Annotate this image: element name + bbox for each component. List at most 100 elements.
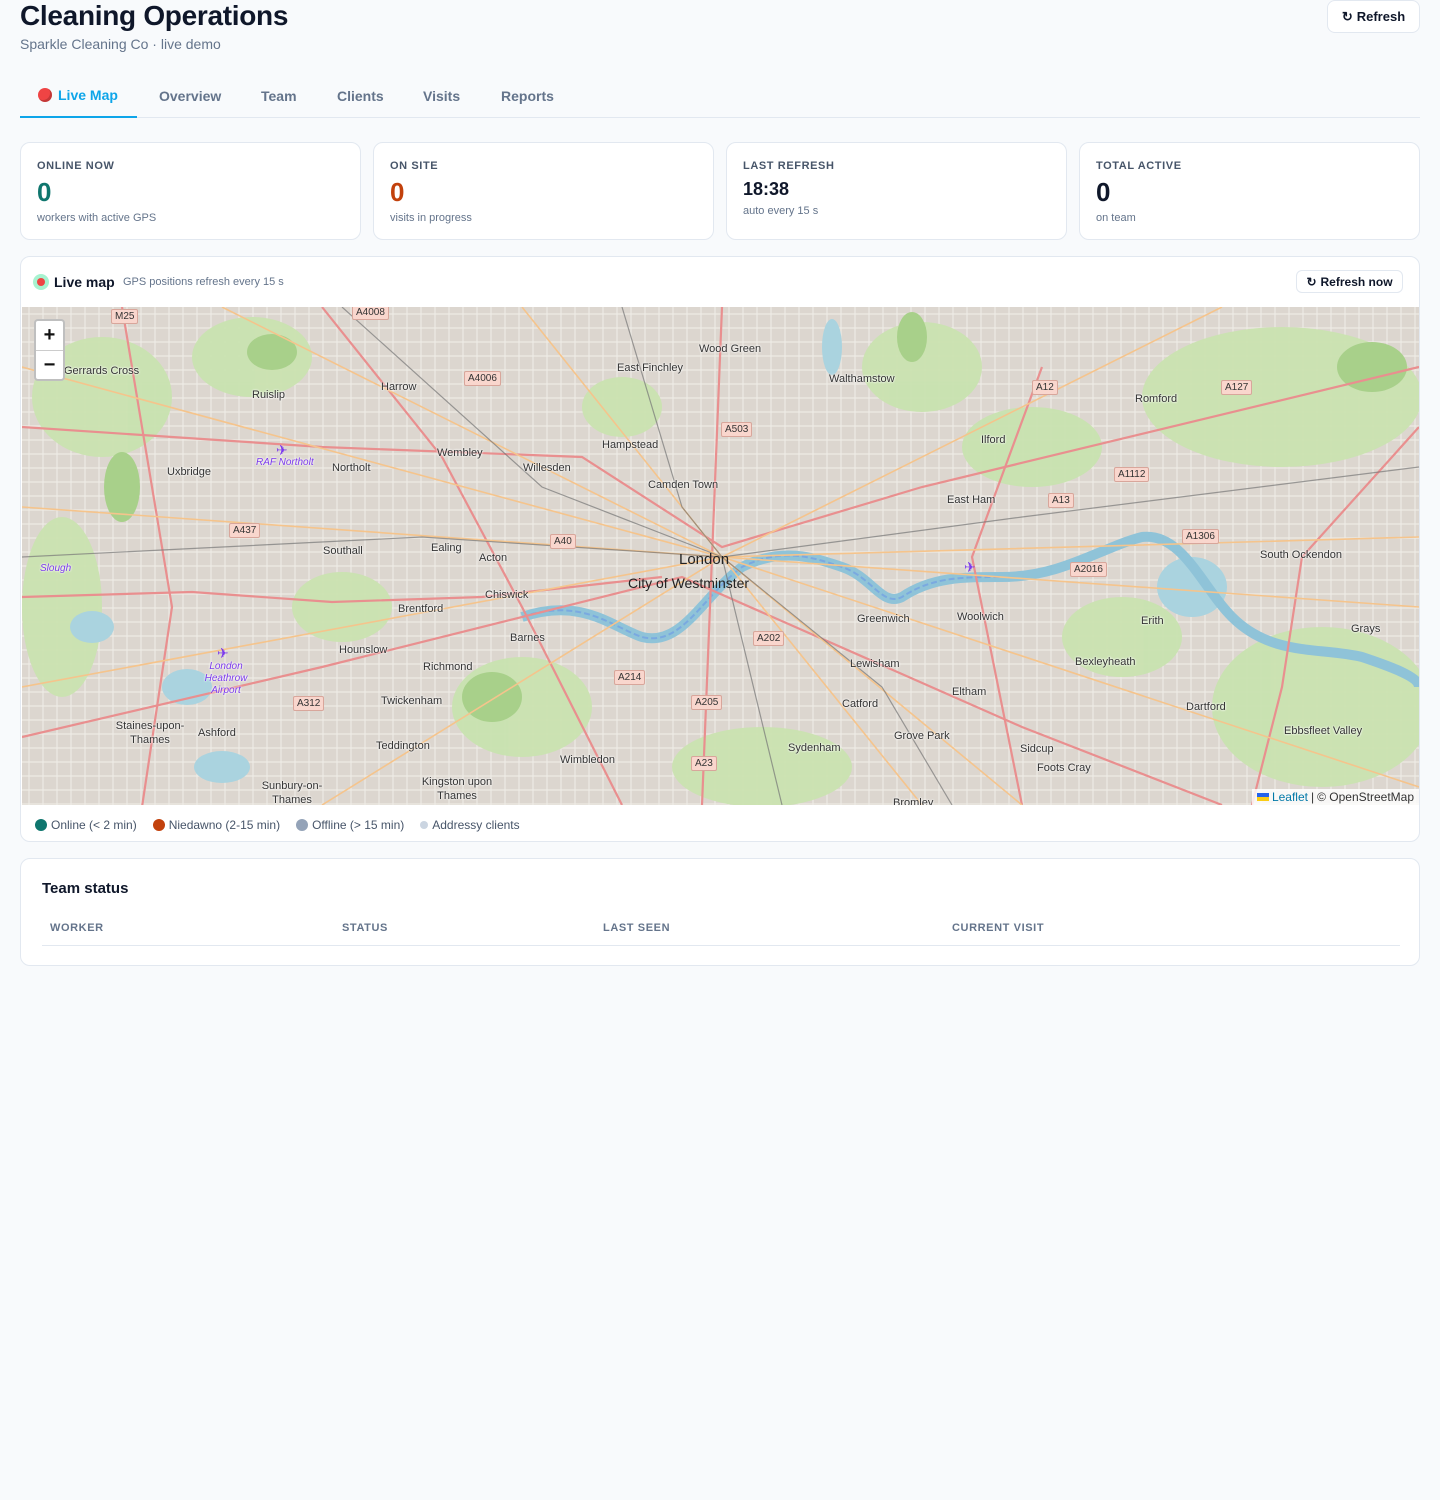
team-status-card: Team status WORKER STATUS LAST SEEN CURR… [20, 858, 1420, 966]
leaflet-link[interactable]: Leaflet [1272, 790, 1308, 804]
map-label: Woolwich [957, 611, 1004, 623]
map-label: Grove Park [894, 730, 950, 742]
tab-live-map[interactable]: Live Map [20, 74, 137, 118]
map-label: Wembley [437, 447, 483, 459]
map-label: Sydenham [788, 742, 841, 754]
map-label: London Heathrow Airport [204, 661, 248, 696]
map-label: Erith [1141, 615, 1164, 627]
legend-label: Niedawno (2-15 min) [168, 818, 281, 832]
map-label: Sunbury-on-Thames [261, 780, 323, 805]
stat-value: 0 [390, 177, 405, 207]
tab-visits[interactable]: Visits [405, 74, 478, 118]
tab-label: Reports [501, 88, 554, 104]
road-shield: A503 [721, 422, 753, 437]
map-label: Foots Cray [1037, 762, 1091, 774]
tab-label: Team [261, 88, 297, 104]
tab-bar: Live Map Overview Team Clients Visits Re… [20, 74, 1420, 118]
red-circle-icon [38, 88, 52, 102]
column-header-current-visit: CURRENT VISIT [952, 922, 1045, 934]
tab-label: Visits [423, 88, 461, 104]
zoom-control: + − [34, 319, 65, 381]
stat-subtext: workers with active GPS [37, 212, 157, 224]
map-label: Bromley [893, 797, 934, 805]
map-label-city-of-westminster: City of Westminster [628, 575, 750, 591]
tab-team[interactable]: Team [243, 74, 315, 118]
road-shield: M25 [111, 309, 139, 324]
stat-value: 0 [1096, 177, 1111, 207]
legend-item-offline: Offline (> 15 min) [296, 818, 404, 832]
road-shield: A4008 [352, 307, 389, 320]
legend-item-recent: Niedawno (2-15 min) [152, 818, 281, 832]
column-header-status: STATUS [342, 922, 388, 934]
map-label: Gerrards Cross [64, 365, 140, 377]
stat-subtext: visits in progress [390, 212, 472, 224]
legend-dot [420, 821, 429, 829]
map-card-header: Live map GPS positions refresh every 15 … [21, 257, 1419, 307]
map-label: Ruislip [252, 389, 286, 401]
road-shield: A23 [691, 756, 717, 771]
tab-label: Overview [159, 88, 222, 104]
osm-attribution: © OpenStreetMap [1317, 790, 1414, 804]
refresh-button[interactable]: ↻ Refresh [1327, 0, 1420, 33]
map-label: Hounslow [339, 644, 388, 656]
road-shield: A205 [691, 695, 723, 710]
zoom-out-button[interactable]: − [36, 350, 63, 379]
map-label: Catford [842, 698, 879, 710]
refresh-button-label: Refresh [1356, 9, 1406, 24]
map-legend: Online (< 2 min) Niedawno (2-15 min) Off… [35, 817, 520, 833]
map-label: Hampstead [602, 439, 659, 451]
attribution-separator: | [1310, 790, 1315, 804]
road-shield: A1112 [1114, 467, 1150, 482]
tab-label: Clients [337, 88, 384, 104]
map-label: Northolt [332, 462, 371, 474]
road-shield: A127 [1221, 380, 1253, 395]
tab-overview[interactable]: Overview [141, 74, 239, 118]
airport-icon: ✈ [964, 559, 976, 575]
page-header: Cleaning Operations Sparkle Cleaning Co … [20, 0, 1420, 60]
map-label: Camden Town [648, 479, 719, 491]
map-label: Harrow [381, 381, 417, 393]
map-label: Wood Green [699, 343, 762, 355]
legend-dot [152, 819, 165, 831]
legend-dot [296, 819, 309, 831]
map-label: Sidcup [1020, 743, 1054, 755]
stat-card-online-now: ONLINE NOW 0 workers with active GPS [20, 142, 361, 240]
refresh-now-button[interactable]: ↻ Refresh now [1296, 270, 1403, 293]
stat-subtext: auto every 15 s [743, 205, 819, 217]
live-indicator-icon [33, 274, 49, 290]
page-title: Cleaning Operations [20, 0, 289, 31]
tab-reports[interactable]: Reports [483, 74, 572, 118]
road-shield: A437 [229, 523, 261, 538]
map-label: Willesden [523, 462, 571, 474]
stat-card-total-active: TOTAL ACTIVE 0 on team [1079, 142, 1420, 240]
refresh-icon: ↻ [1341, 8, 1353, 24]
map-label: Bexleyheath [1075, 656, 1136, 668]
stat-label: ONLINE NOW [37, 160, 115, 172]
airport-icon: ✈ [217, 645, 229, 661]
map-label: Barnes [510, 632, 545, 644]
road-shield: A312 [293, 696, 325, 711]
map-label: Wimbledon [560, 754, 616, 766]
map-label: Lewisham [850, 658, 900, 670]
legend-item-online: Online (< 2 min) [35, 818, 137, 832]
map-label: Acton [479, 552, 508, 564]
road-shield: A1306 [1182, 529, 1219, 544]
stat-subtext: on team [1096, 212, 1136, 224]
live-map-card: Live map GPS positions refresh every 15 … [20, 256, 1420, 842]
road-shield: A2016 [1070, 562, 1107, 577]
map-label: Southall [323, 545, 363, 557]
tab-clients[interactable]: Clients [319, 74, 402, 118]
map-label: Dartford [1186, 701, 1226, 713]
team-status-title: Team status [42, 880, 129, 897]
stat-label: LAST REFRESH [743, 160, 835, 172]
road-shield: A13 [1048, 493, 1074, 508]
road-shield: A214 [614, 670, 646, 685]
stat-card-last-refresh: LAST REFRESH 18:38 auto every 15 s [726, 142, 1067, 240]
legend-label: Addressy clients [432, 818, 520, 832]
road-shield: A4006 [464, 371, 501, 386]
map-viewport[interactable]: London City of Westminster Wood Green Ea… [22, 307, 1419, 805]
zoom-in-button[interactable]: + [36, 321, 63, 350]
map-label: Richmond [423, 661, 473, 673]
road-shield: A202 [753, 631, 785, 646]
tab-label: Live Map [58, 87, 118, 103]
